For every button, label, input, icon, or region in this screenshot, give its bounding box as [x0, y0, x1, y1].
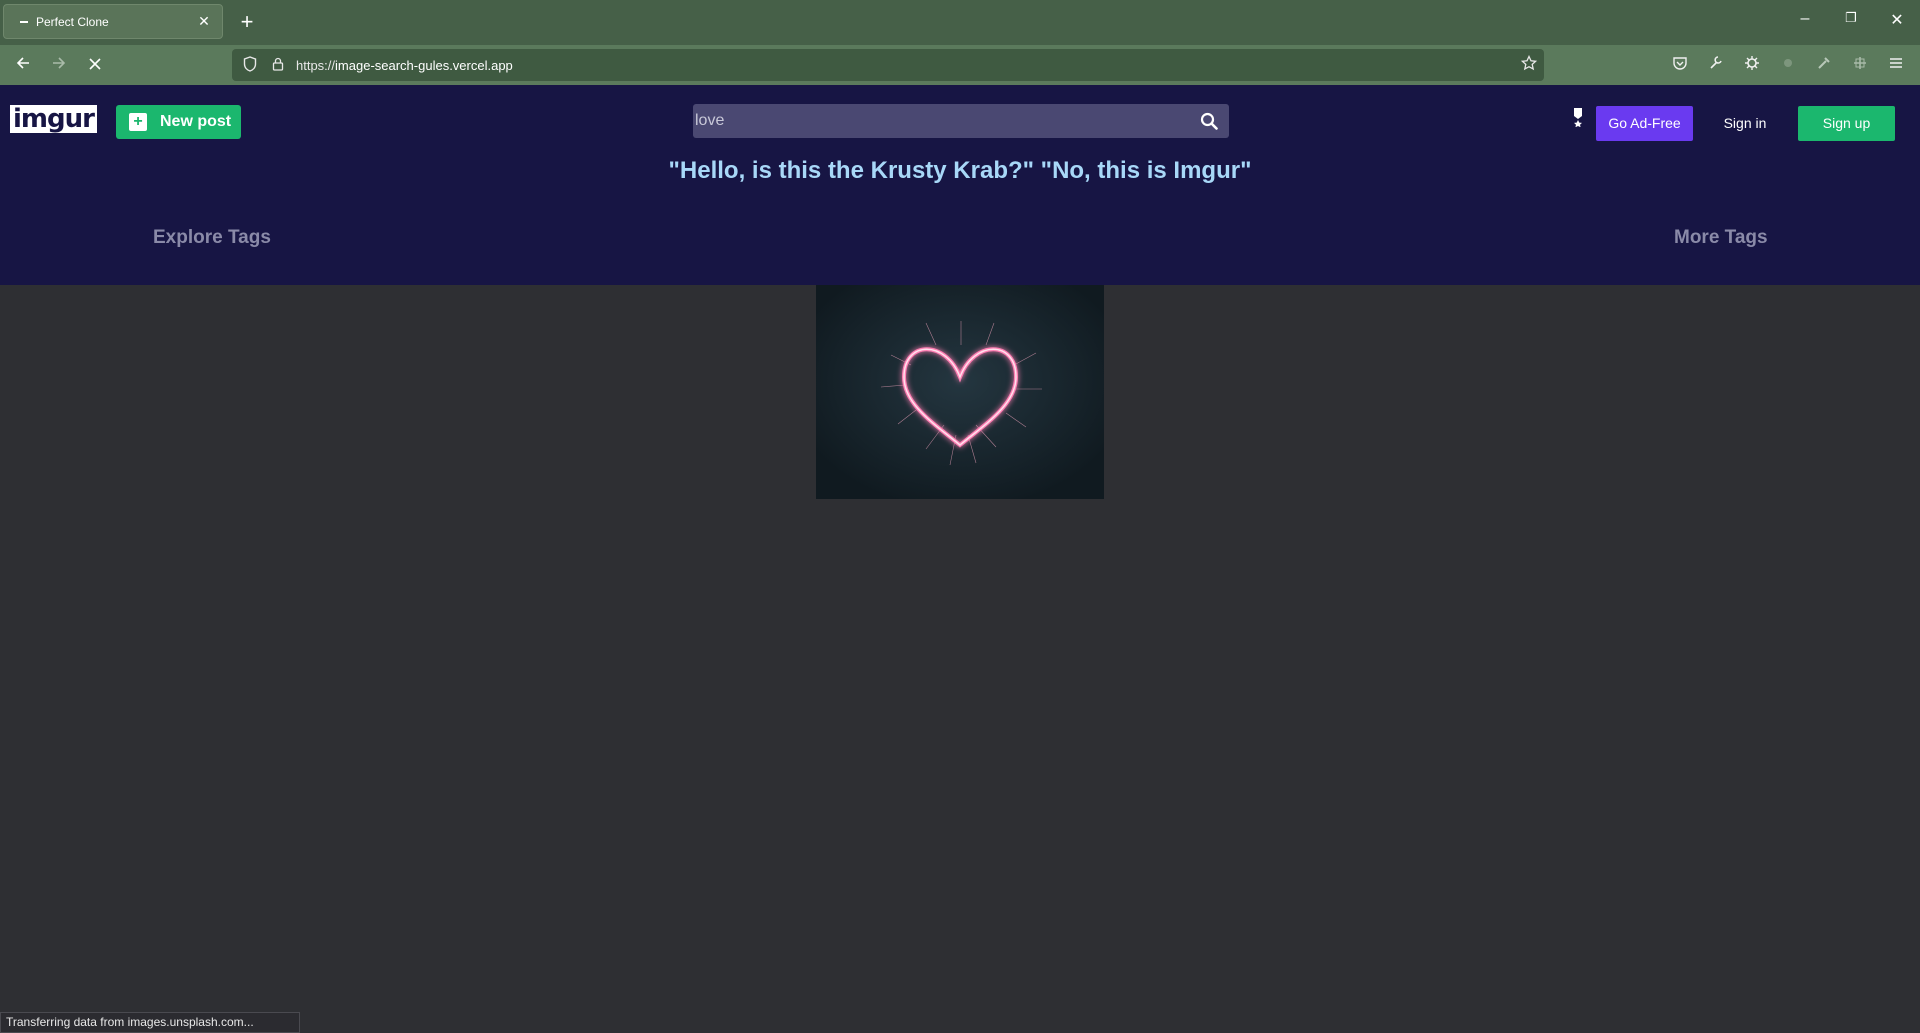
new-post-button[interactable]: + New post [116, 105, 241, 139]
extension-gear-icon[interactable] [1740, 55, 1764, 77]
browser-status-bar: Transferring data from images.unsplash.c… [0, 1012, 300, 1033]
url-host: image-search-gules.vercel.app [335, 57, 513, 73]
imgur-logo[interactable]: imgur [10, 105, 97, 133]
lock-icon[interactable] [268, 57, 288, 74]
stop-loading-button[interactable] [82, 53, 108, 77]
browser-nav-bar: https://image-search-gules.vercel.app [0, 45, 1920, 85]
shield-icon[interactable] [240, 55, 260, 75]
url-scheme: https:// [296, 57, 336, 73]
new-post-label: New post [160, 113, 232, 130]
url-text[interactable]: https://image-search-gules.vercel.app [296, 58, 1514, 73]
browser-tab-bar: Perfect Clone ✕ + – ❐ ✕ [0, 0, 1920, 45]
browser-tab[interactable]: Perfect Clone ✕ [3, 4, 223, 39]
go-ad-free-button[interactable]: Go Ad-Free [1596, 106, 1693, 141]
search-bar [693, 104, 1229, 138]
hamburger-menu-icon[interactable] [1884, 55, 1908, 77]
award-ribbon-icon[interactable] [1572, 107, 1584, 132]
page-favicon-icon [20, 20, 28, 23]
new-tab-button[interactable]: + [234, 9, 260, 35]
tab-title: Perfect Clone [36, 14, 109, 29]
close-window-button[interactable]: ✕ [1882, 10, 1912, 30]
site-header: imgur + New post Go Ad-Free Sign in Sign… [0, 85, 1920, 285]
forward-arrow-icon [53, 57, 66, 69]
wrench-icon[interactable] [1704, 55, 1728, 77]
explore-tags-link[interactable]: Explore Tags [153, 227, 271, 249]
sparkler-heart-image [816, 285, 1104, 499]
more-tags-link[interactable]: More Tags [1674, 227, 1768, 249]
stop-icon [89, 58, 101, 70]
back-arrow-icon [16, 57, 29, 69]
search-icon[interactable] [1189, 104, 1229, 138]
back-button[interactable] [10, 53, 36, 77]
sign-up-button[interactable]: Sign up [1798, 106, 1895, 141]
eyedropper-icon[interactable] [1812, 55, 1836, 77]
grid-icon[interactable] [1848, 55, 1872, 77]
pocket-icon[interactable] [1668, 55, 1692, 77]
minimize-window-button[interactable]: – [1790, 10, 1820, 28]
search-input[interactable] [693, 104, 1189, 138]
bookmark-star-icon[interactable] [1514, 54, 1544, 76]
plus-icon: + [129, 113, 147, 131]
tagline: "Hello, is this the Krusty Krab?" "No, t… [668, 157, 1252, 184]
address-bar[interactable]: https://image-search-gules.vercel.app [232, 49, 1544, 81]
gallery-image-card[interactable] [816, 285, 1104, 499]
forward-button[interactable] [46, 53, 72, 77]
restore-window-button[interactable]: ❐ [1836, 10, 1866, 26]
sign-in-link[interactable]: Sign in [1705, 106, 1785, 141]
extension-disabled-icon[interactable] [1776, 55, 1800, 77]
tab-close-button[interactable]: ✕ [192, 13, 216, 30]
